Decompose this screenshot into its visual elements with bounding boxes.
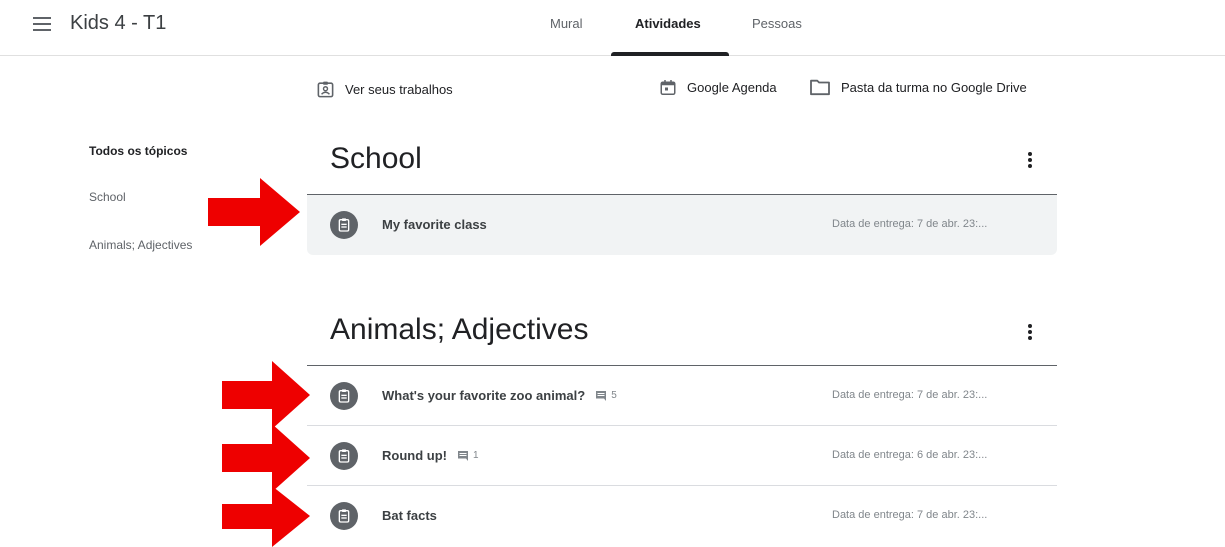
assignment-title: Round up! 1: [382, 448, 479, 463]
active-tab-indicator: [611, 52, 729, 56]
main-menu-icon[interactable]: [33, 17, 51, 31]
comment-count: 5: [595, 390, 617, 401]
assignment-row[interactable]: Round up! 1 Data de entrega: 6 de abr. 2…: [307, 426, 1057, 486]
comment-count: 1: [457, 450, 479, 461]
red-arrow-icon: [222, 486, 310, 547]
calendar-icon: [660, 80, 676, 95]
google-calendar-link[interactable]: Google Agenda: [659, 78, 777, 97]
assignment-title-text: Bat facts: [382, 508, 437, 523]
assignment-due-date: Data de entrega: 7 de abr. 23:...: [832, 389, 988, 401]
top-bar: Kids 4 - T1 Mural Atividades Pessoas: [0, 0, 1225, 56]
assignment-icon: [330, 382, 358, 410]
red-arrow-icon: [222, 361, 310, 429]
assignment-icon: [330, 502, 358, 530]
sidebar-item-all-topics[interactable]: Todos os tópicos: [89, 144, 187, 158]
sidebar-item-animals-adjectives[interactable]: Animals; Adjectives: [89, 238, 192, 252]
more-vert-icon[interactable]: [1022, 322, 1038, 342]
view-work-link[interactable]: Ver seus trabalhos: [316, 80, 453, 99]
class-title[interactable]: Kids 4 - T1: [70, 12, 166, 35]
assignment-due-date: Data de entrega: 6 de abr. 23:...: [832, 449, 988, 461]
assignment-title: What's your favorite zoo animal? 5: [382, 388, 617, 403]
assignment-title: My favorite class: [382, 217, 487, 232]
assignment-title-text: Round up!: [382, 448, 447, 463]
tab-atividades[interactable]: Atividades: [635, 16, 701, 31]
tab-pessoas[interactable]: Pessoas: [752, 16, 802, 31]
red-arrow-icon: [222, 424, 310, 492]
more-vert-icon[interactable]: [1022, 150, 1038, 170]
assignment-row[interactable]: What's your favorite zoo animal? 5 Data …: [307, 366, 1057, 426]
assignment-due-date: Data de entrega: 7 de abr. 23:...: [832, 218, 988, 230]
section-title-animals-adjectives: Animals; Adjectives: [330, 313, 589, 346]
assignment-row[interactable]: Bat facts Data de entrega: 7 de abr. 23:…: [307, 486, 1057, 546]
tab-mural[interactable]: Mural: [550, 16, 583, 31]
folder-icon: [810, 79, 830, 96]
drive-folder-link[interactable]: Pasta da turma no Google Drive: [809, 78, 1027, 96]
comment-count-text: 5: [611, 390, 617, 401]
comment-icon: [596, 391, 607, 401]
drive-folder-label: Pasta da turma no Google Drive: [841, 79, 1027, 95]
google-calendar-label: Google Agenda: [687, 80, 777, 95]
section-title-school: School: [330, 142, 422, 175]
view-work-label: Ver seus trabalhos: [345, 82, 453, 97]
red-arrow-icon: [208, 178, 300, 246]
assignment-due-date: Data de entrega: 7 de abr. 23:...: [832, 509, 988, 521]
assignment-title-text: My favorite class: [382, 217, 487, 232]
assignment-row[interactable]: My favorite class Data de entrega: 7 de …: [307, 195, 1057, 255]
comment-icon: [457, 451, 468, 461]
sidebar-item-school[interactable]: School: [89, 190, 126, 204]
assignment-ind-icon: [317, 81, 334, 98]
assignment-icon: [330, 211, 358, 239]
comment-count-text: 1: [472, 450, 479, 461]
assignment-title: Bat facts: [382, 508, 437, 523]
assignment-icon: [330, 442, 358, 470]
assignment-title-text: What's your favorite zoo animal?: [382, 388, 586, 403]
